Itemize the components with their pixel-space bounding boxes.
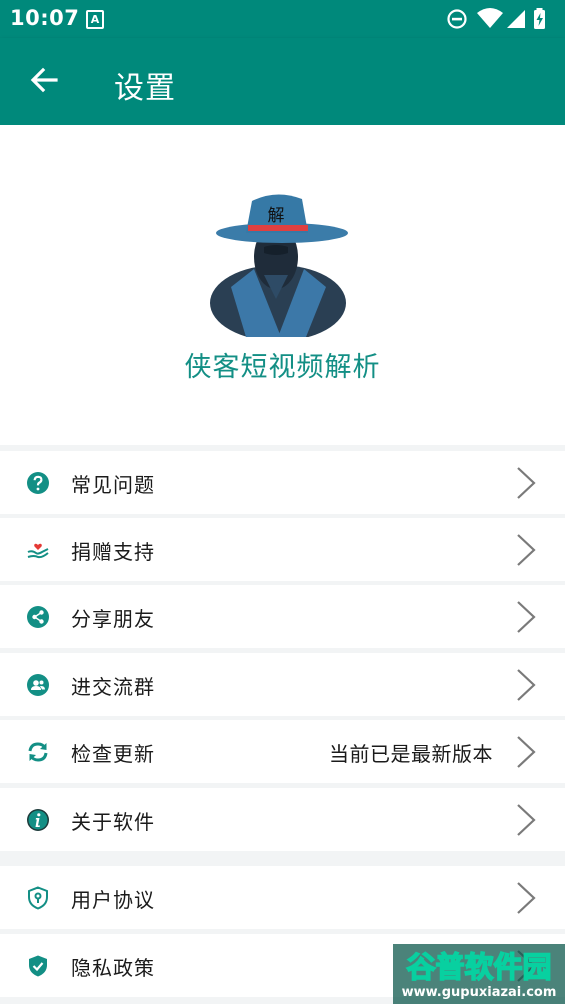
chevron-right-icon	[517, 882, 536, 914]
menu-item-group[interactable]: 进交流群	[0, 653, 565, 716]
update-status-text: 当前已是最新版本	[329, 742, 493, 766]
wifi-icon	[477, 8, 503, 28]
menu-item-label: 进交流群	[71, 675, 155, 699]
chevron-right-icon	[517, 534, 536, 566]
shield-check-icon	[29, 955, 47, 977]
help-circle-icon	[27, 472, 49, 494]
arrow-left-icon[interactable]	[26, 62, 62, 98]
app-header: 解 侠客短视频解析	[0, 125, 565, 445]
menu-item-label: 用户协议	[71, 888, 155, 912]
status-bar: 10:07 A	[0, 0, 565, 38]
chevron-right-icon	[517, 467, 536, 499]
menu-item-donate[interactable]: 捐赠支持	[0, 518, 565, 581]
watermark-url: www.gupuxiazai.com	[402, 985, 557, 1000]
menu-item-about[interactable]: 关于软件	[0, 788, 565, 851]
detective-logo: 解	[210, 194, 348, 337]
notification-a-icon: A	[86, 10, 104, 29]
page-title: 设置	[114, 71, 176, 106]
status-icons	[447, 7, 555, 31]
menu-item-check-update[interactable]: 检查更新 当前已是最新版本	[0, 720, 565, 783]
watermark-title: 谷普软件园	[406, 950, 551, 984]
app-bar: 设置	[0, 38, 565, 125]
share-icon	[27, 606, 49, 628]
signal-icon	[507, 10, 525, 28]
menu-item-label: 关于软件	[71, 810, 155, 834]
battery-charging-icon	[534, 8, 545, 29]
menu-item-label: 分享朋友	[71, 607, 155, 631]
menu-item-label: 捐赠支持	[71, 540, 155, 564]
menu-item-label: 常见问题	[71, 473, 155, 497]
chevron-right-icon	[517, 736, 536, 768]
info-icon	[27, 809, 49, 831]
app-name: 侠客短视频解析	[184, 352, 381, 383]
status-time: 10:07	[10, 6, 80, 30]
menu-item-user-agreement[interactable]: 用户协议	[0, 866, 565, 929]
menu-item-faq[interactable]: 常见问题	[0, 451, 565, 514]
refresh-icon	[28, 742, 48, 762]
chevron-right-icon	[517, 804, 536, 836]
chevron-right-icon	[517, 601, 536, 633]
menu-item-share[interactable]: 分享朋友	[0, 585, 565, 648]
logo-hat-text: 解	[268, 206, 285, 226]
do-not-disturb-icon	[447, 9, 467, 29]
site-watermark: 谷普软件园 www.gupuxiazai.com	[393, 944, 565, 1004]
group-icon	[27, 674, 49, 696]
menu-item-label: 检查更新	[71, 742, 155, 766]
shield-lock-icon	[28, 886, 48, 910]
menu-item-label: 隐私政策	[71, 956, 155, 980]
heart-hand-icon	[27, 543, 49, 559]
chevron-right-icon	[517, 669, 536, 701]
